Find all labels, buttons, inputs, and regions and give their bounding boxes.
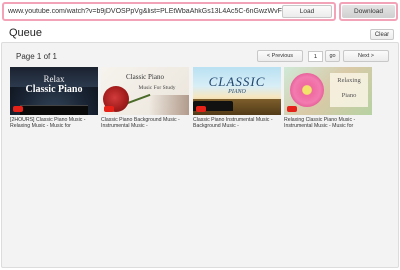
channel-logo-icon [196,106,206,112]
video-thumbnail[interactable]: Classic Piano Music For Study [101,67,189,115]
page-indicator: Page 1 of 1 [16,52,57,61]
thumbnail-text: Classic Piano [25,84,83,95]
flower-image [290,73,324,107]
page-number-input[interactable] [308,51,323,62]
video-card[interactable]: Relax Classic Piano [2HOURS] Classic Pia… [10,67,98,130]
previous-page-button[interactable]: < Previous [257,50,303,62]
video-thumbnail[interactable]: Relaxing Piano [284,67,372,115]
thumbnail-text: Relax [43,74,65,84]
thumbnail-text: Relaxing [337,77,361,84]
video-thumbnail[interactable]: Relax Classic Piano [10,67,98,115]
go-button[interactable]: go [325,50,340,62]
thumbnail-text: Piano [341,92,357,99]
piano-silhouette [20,105,88,115]
thumbnail-text: CLASSIC [208,74,266,89]
queue-title: Queue [9,27,43,39]
next-page-button[interactable]: Next > [343,50,389,62]
video-card[interactable]: Relaxing Piano Relaxing Classic Piano Mu… [284,67,372,130]
video-card[interactable]: Classic Piano Music For Study Classic Pi… [101,67,189,130]
thumbnail-text: PIANO [228,89,246,95]
thumbnail-text: Music For Study [138,85,176,91]
video-title[interactable]: Relaxing Classic Piano Music - Instrumen… [284,117,372,130]
load-button[interactable]: Load [282,5,332,18]
video-title[interactable]: [2HOURS] Classic Piano Music - Relaxing … [10,117,98,130]
video-card[interactable]: CLASSIC PIANO Classic Piano Instrumental… [193,67,281,130]
download-button-frame: Download [339,2,398,21]
clear-button[interactable]: Clear [370,29,394,40]
channel-logo-icon [287,106,297,112]
thumbnail-text: Classic Piano [126,73,164,81]
video-title[interactable]: Classic Piano Background Music - Instrum… [101,117,189,130]
video-title[interactable]: Classic Piano Instrumental Music - Backg… [193,117,281,130]
video-thumbnail[interactable]: CLASSIC PIANO [193,67,281,115]
download-button[interactable]: Download [342,5,395,18]
channel-logo-icon [13,106,23,112]
thumbnail-band [149,95,189,115]
channel-logo-icon [104,106,114,112]
url-bar: Load [2,2,336,21]
url-input[interactable] [4,5,282,18]
